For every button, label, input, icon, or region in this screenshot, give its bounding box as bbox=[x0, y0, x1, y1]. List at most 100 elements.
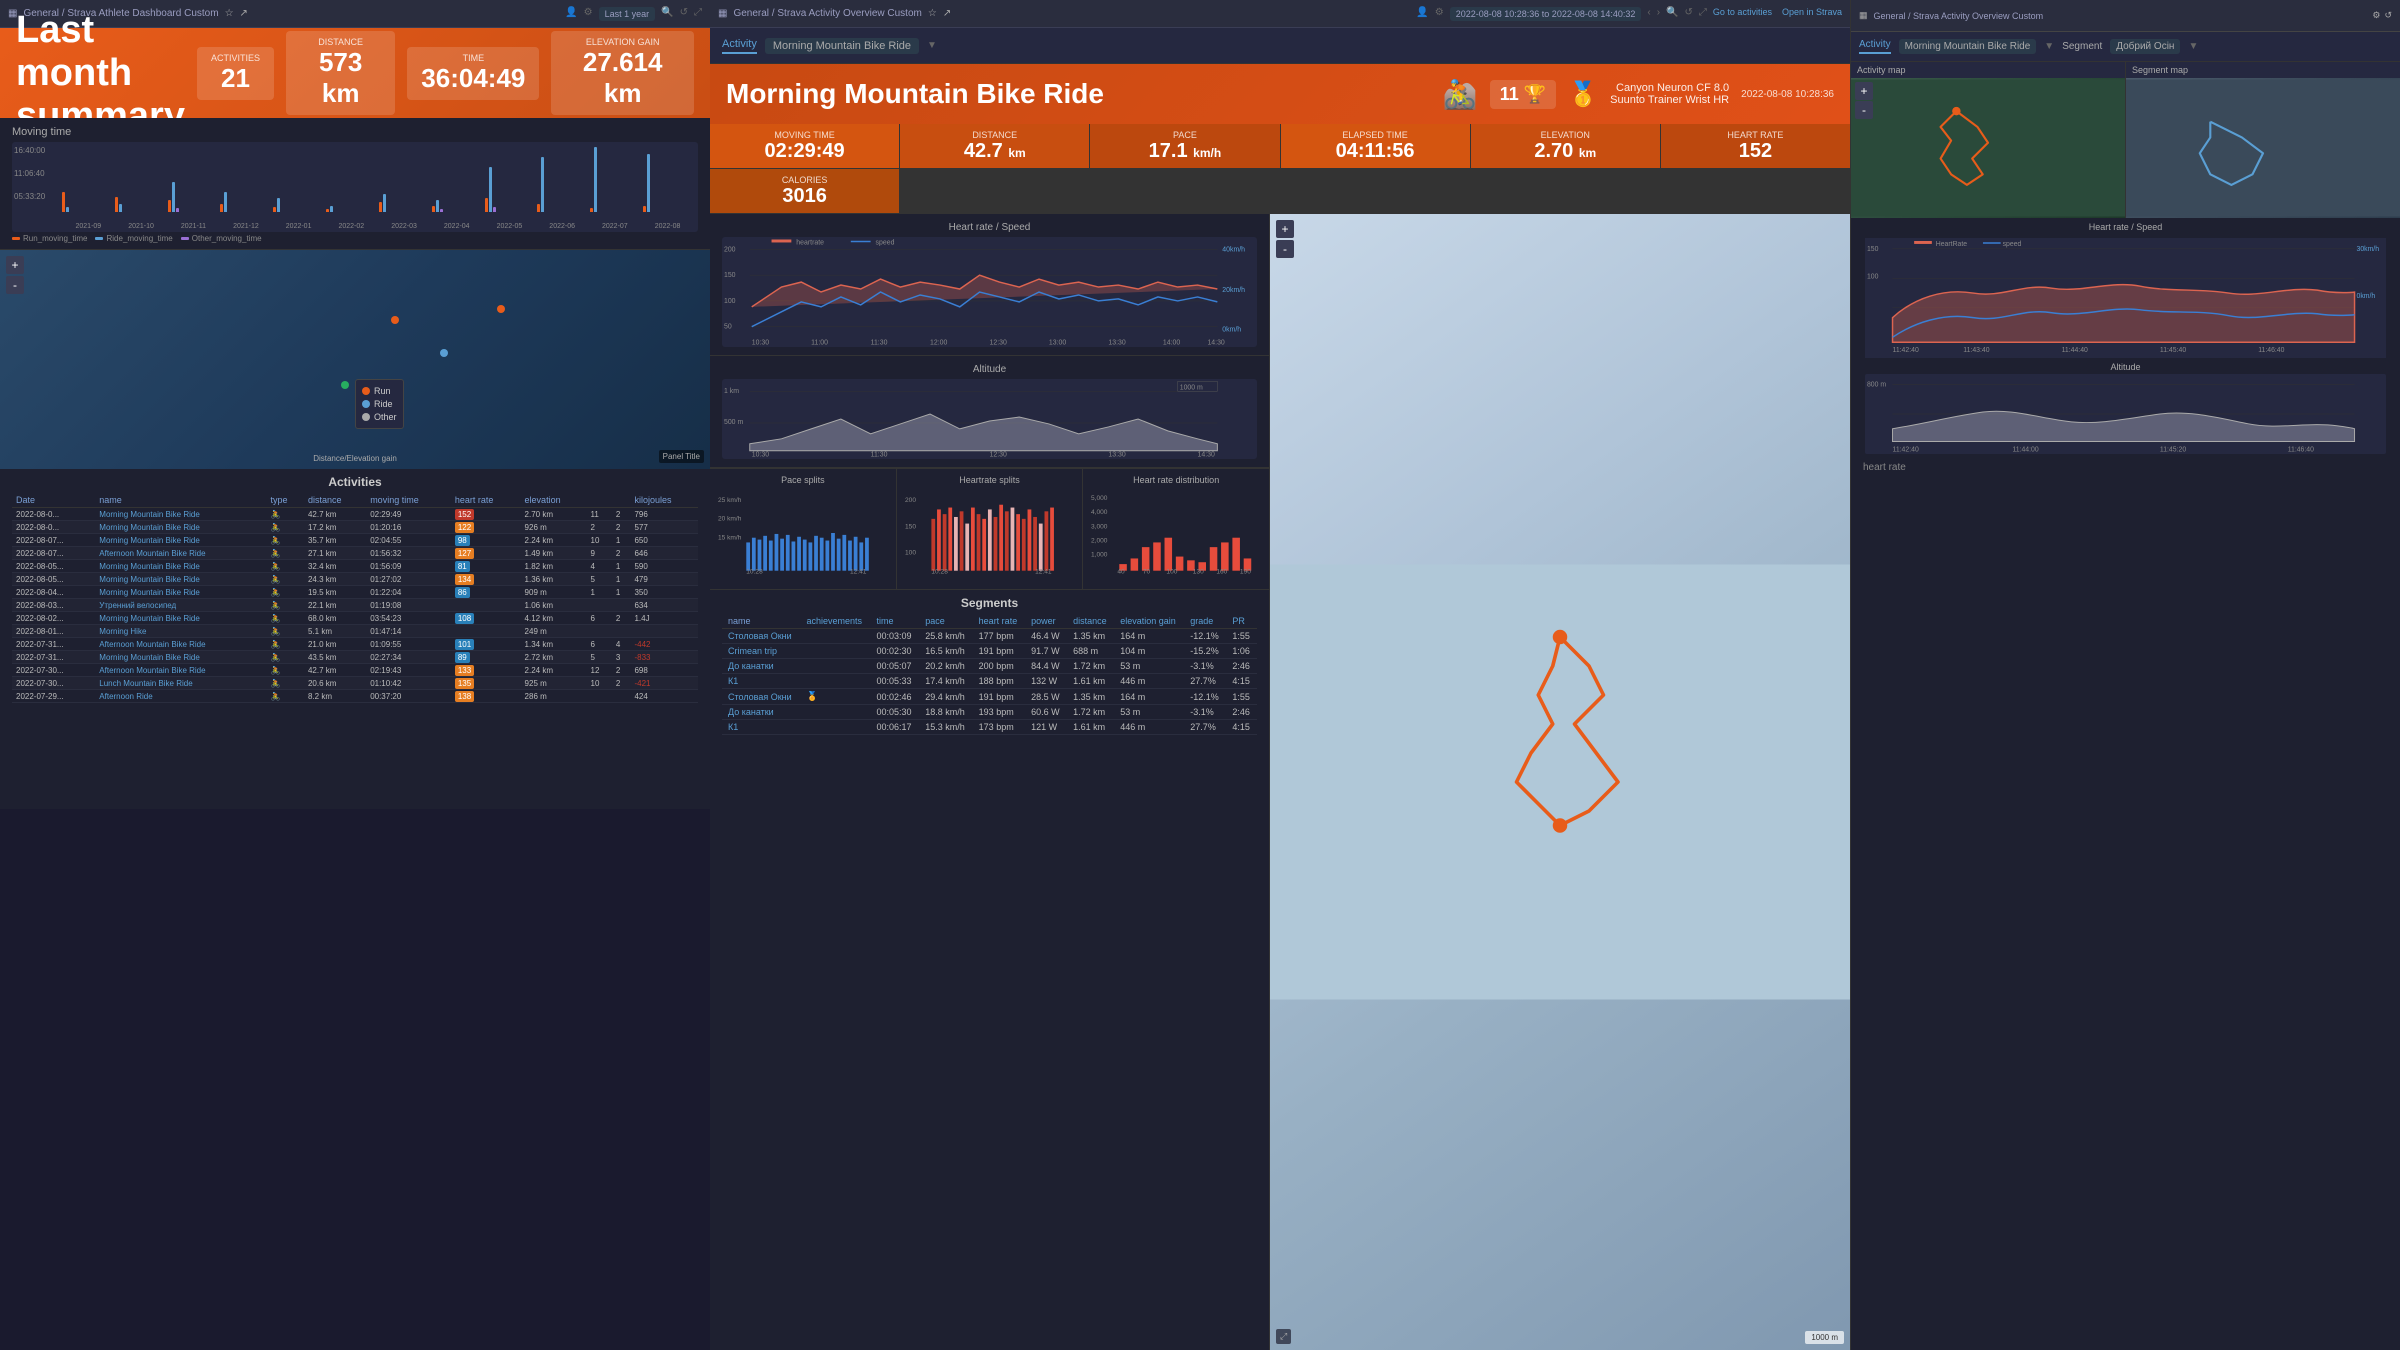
route-zoom-out[interactable]: - bbox=[1276, 240, 1294, 258]
seg-col-grade[interactable]: grade bbox=[1184, 614, 1226, 629]
left-share-icon[interactable]: ↗ bbox=[240, 8, 248, 19]
seg-name[interactable]: Crimean trip bbox=[722, 644, 800, 659]
seg-col-name[interactable]: name bbox=[722, 614, 800, 629]
col-date[interactable]: Date bbox=[12, 493, 95, 508]
col-heart-rate[interactable]: heart rate bbox=[451, 493, 521, 508]
row-name[interactable]: Утренний велосипед bbox=[95, 599, 266, 612]
tab-dropdown-icon[interactable]: ▼ bbox=[927, 40, 937, 51]
left-expand-icon[interactable]: ⤢ bbox=[694, 7, 702, 21]
activity-table-row: 2022-08-01... Morning Hike 🚴 5.1 km 01:4… bbox=[12, 625, 698, 638]
mini-tab-activity[interactable]: Activity bbox=[1859, 39, 1891, 54]
row-type: 🚴 bbox=[267, 547, 304, 560]
right-share-icon[interactable]: ↗ bbox=[943, 8, 951, 19]
row-name[interactable]: Morning Mountain Bike Ride bbox=[95, 586, 266, 599]
row-c2: 2 bbox=[612, 521, 631, 534]
seg-name[interactable]: К1 bbox=[722, 674, 800, 689]
mini-zoom-in[interactable]: + bbox=[1855, 82, 1873, 100]
right-zoom-icon[interactable]: 🔍 bbox=[1666, 7, 1678, 21]
left-star-icon[interactable]: ☆ bbox=[225, 8, 234, 19]
stat-calories-label: Calories bbox=[722, 175, 887, 185]
seg-name[interactable]: Столовая Окни bbox=[722, 689, 800, 705]
col-kj[interactable]: kilojoules bbox=[630, 493, 698, 508]
altitude-section: Altitude 1 km 500 m 10:30 11:30 12:30 bbox=[710, 356, 1269, 468]
mini-tab-dropdown[interactable]: ▼ bbox=[2044, 41, 2054, 52]
legend-ride-label: Ride_moving_time bbox=[106, 234, 172, 243]
right-nav-left[interactable]: ‹ bbox=[1647, 7, 1650, 21]
row-elevation: 4.12 km bbox=[521, 612, 587, 625]
col-name[interactable]: name bbox=[95, 493, 266, 508]
right-settings-icon[interactable]: ⚙ bbox=[1435, 7, 1444, 21]
seg-name[interactable]: К1 bbox=[722, 720, 800, 735]
row-name[interactable]: Morning Mountain Bike Ride bbox=[95, 534, 266, 547]
row-name[interactable]: Afternoon Mountain Bike Ride bbox=[95, 638, 266, 651]
svg-text:11:42:40: 11:42:40 bbox=[1893, 446, 1919, 453]
activity-date: 2022-08-08 10:28:36 bbox=[1741, 89, 1834, 100]
seg-col-elev[interactable]: elevation gain bbox=[1114, 614, 1184, 629]
seg-col-ach[interactable]: achievements bbox=[800, 614, 870, 629]
col-c1[interactable] bbox=[587, 493, 612, 508]
row-name[interactable]: Afternoon Mountain Bike Ride bbox=[95, 664, 266, 677]
row-name[interactable]: Afternoon Ride bbox=[95, 690, 266, 703]
activities-stat: Activities 21 bbox=[197, 47, 274, 100]
left-settings-icon[interactable]: ⚙ bbox=[584, 7, 593, 21]
route-expand-icon[interactable]: ⤢ bbox=[1276, 1329, 1291, 1344]
row-name[interactable]: Morning Mountain Bike Ride bbox=[95, 612, 266, 625]
seg-name[interactable]: Столовая Окни bbox=[722, 629, 800, 644]
mini-zoom-out[interactable]: - bbox=[1855, 101, 1873, 119]
right-date-range[interactable]: 2022-08-08 10:28:36 to 2022-08-08 14:40:… bbox=[1450, 7, 1642, 21]
map-zoom-out[interactable]: - bbox=[6, 276, 24, 294]
row-name[interactable]: Afternoon Mountain Bike Ride bbox=[95, 547, 266, 560]
seg-grade: -12.1% bbox=[1184, 689, 1226, 705]
seg-col-time[interactable]: time bbox=[870, 614, 919, 629]
seg-col-hr[interactable]: heart rate bbox=[973, 614, 1025, 629]
right-expand-icon[interactable]: ⤢ bbox=[1699, 7, 1707, 21]
mini-tab-location[interactable]: Добрий Осін bbox=[2110, 39, 2180, 54]
left-zoom-icon[interactable]: 🔍 bbox=[661, 7, 673, 21]
route-zoom-in[interactable]: + bbox=[1276, 220, 1294, 238]
seg-col-pr[interactable]: PR bbox=[1226, 614, 1257, 629]
row-hr: 101 bbox=[451, 638, 521, 651]
right-star-icon[interactable]: ☆ bbox=[928, 8, 937, 19]
tab-activity-name[interactable]: Morning Mountain Bike Ride bbox=[765, 38, 919, 54]
right-refresh-icon[interactable]: ↺ bbox=[1685, 7, 1693, 21]
goto-activities-link[interactable]: Go to activities bbox=[1713, 7, 1772, 21]
row-elevation: 1.49 km bbox=[521, 547, 587, 560]
row-name[interactable]: Lunch Mountain Bike Ride bbox=[95, 677, 266, 690]
left-time-range[interactable]: Last 1 year bbox=[599, 7, 656, 21]
mini-tab-loc-dropdown[interactable]: ▼ bbox=[2188, 41, 2198, 52]
seg-name[interactable]: До канатки bbox=[722, 705, 800, 720]
row-hr: 81 bbox=[451, 560, 521, 573]
segment-row: Столовая Окни 🏅 00:02:46 29.4 km/h 191 b… bbox=[722, 689, 1257, 705]
seg-pace: 16.5 km/h bbox=[919, 644, 972, 659]
seg-col-dist[interactable]: distance bbox=[1067, 614, 1114, 629]
mini-tab-segment[interactable]: Segment bbox=[2062, 41, 2102, 52]
row-name[interactable]: Morning Mountain Bike Ride bbox=[95, 560, 266, 573]
bar-group bbox=[590, 147, 641, 212]
col-moving-time[interactable]: moving time bbox=[366, 493, 451, 508]
mini-settings-icon[interactable]: ⚙ bbox=[2372, 10, 2380, 21]
seg-col-power[interactable]: power bbox=[1025, 614, 1067, 629]
row-name[interactable]: Morning Mountain Bike Ride bbox=[95, 508, 266, 521]
left-refresh-icon[interactable]: ↺ bbox=[680, 7, 688, 21]
row-moving-time: 01:47:14 bbox=[366, 625, 451, 638]
seg-pace: 25.8 km/h bbox=[919, 629, 972, 644]
open-strava-link[interactable]: Open in Strava bbox=[1782, 7, 1842, 21]
seg-col-pace[interactable]: pace bbox=[919, 614, 972, 629]
row-name[interactable]: Morning Mountain Bike Ride bbox=[95, 651, 266, 664]
seg-name[interactable]: До канатки bbox=[722, 659, 800, 674]
row-name[interactable]: Morning Hike bbox=[95, 625, 266, 638]
col-elevation[interactable]: elevation bbox=[521, 493, 587, 508]
tab-activity[interactable]: Activity bbox=[722, 38, 757, 54]
svg-text:40km/h: 40km/h bbox=[1222, 246, 1245, 253]
distance-stat: Distance 573 km bbox=[286, 31, 395, 115]
mini-refresh-icon[interactable]: ↺ bbox=[2384, 10, 2392, 21]
col-distance[interactable]: distance bbox=[304, 493, 366, 508]
col-type[interactable]: type bbox=[267, 493, 304, 508]
mini-tab-ride[interactable]: Morning Mountain Bike Ride bbox=[1899, 39, 2037, 54]
row-name[interactable]: Morning Mountain Bike Ride bbox=[95, 573, 266, 586]
row-distance: 21.0 km bbox=[304, 638, 366, 651]
col-c2[interactable] bbox=[612, 493, 631, 508]
row-name[interactable]: Morning Mountain Bike Ride bbox=[95, 521, 266, 534]
map-zoom-in[interactable]: + bbox=[6, 256, 24, 274]
right-nav-right[interactable]: › bbox=[1657, 7, 1660, 21]
